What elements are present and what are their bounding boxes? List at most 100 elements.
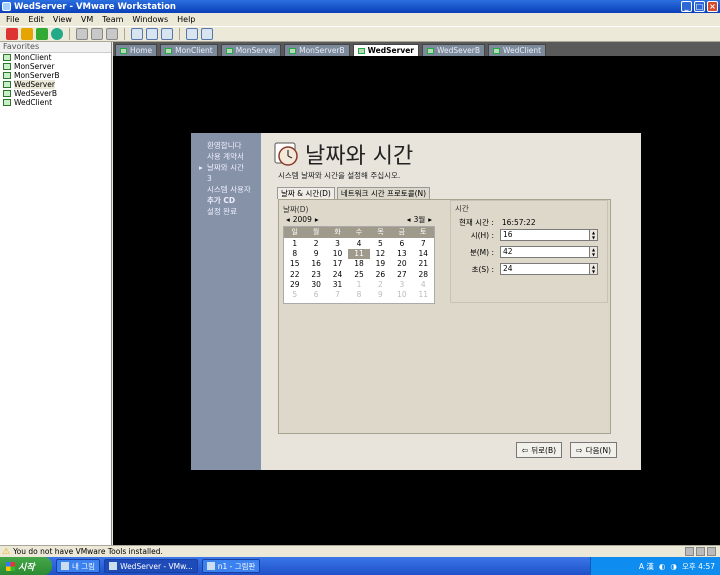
second-spinner[interactable]: ▲ ▼	[590, 263, 598, 275]
calendar-day[interactable]: 10	[391, 290, 412, 300]
maximize-button[interactable]: □	[694, 1, 705, 12]
calendar-day[interactable]: 6	[391, 239, 412, 249]
calendar-day[interactable]: 19	[370, 259, 391, 269]
tab-monserverb[interactable]: MonServerB	[284, 44, 350, 56]
menu-view[interactable]: View	[53, 15, 72, 24]
taskbar-item-vmware[interactable]: WedServer - VMw...	[104, 559, 198, 573]
calendar-day[interactable]: 15	[284, 259, 305, 269]
prev-month-icon[interactable]: ◂	[407, 215, 411, 224]
calendar-day[interactable]: 2	[370, 280, 391, 290]
menu-team[interactable]: Team	[102, 15, 123, 24]
summary-view-icon[interactable]	[201, 28, 213, 40]
start-button[interactable]: 시작	[0, 557, 52, 575]
tab-monserver[interactable]: MonServer	[220, 44, 282, 56]
sidebar-toggle-icon[interactable]	[131, 28, 143, 40]
calendar-day[interactable]: 4	[348, 239, 369, 249]
calendar-day[interactable]: 5	[284, 290, 305, 300]
favorite-item[interactable]: MonServer	[0, 62, 111, 71]
calendar-day[interactable]: 10	[327, 249, 348, 259]
calendar-day[interactable]: 5	[370, 239, 391, 249]
power-on-icon[interactable]	[36, 28, 48, 40]
calendar-day[interactable]: 8	[284, 249, 305, 259]
tray-icon[interactable]: ◑	[670, 562, 677, 571]
calendar-day[interactable]: 17	[327, 259, 348, 269]
tab-monclient[interactable]: MonClient	[160, 44, 218, 56]
tab-wedseverb[interactable]: WedSeverB	[422, 44, 486, 56]
calendar-day[interactable]: 26	[370, 270, 391, 280]
reset-icon[interactable]	[51, 28, 63, 40]
snapshot-manager-icon[interactable]	[106, 28, 118, 40]
favorite-item[interactable]: WedClient	[0, 98, 111, 107]
next-button[interactable]: ⇨ 다음(N)	[570, 442, 617, 458]
calendar-day[interactable]: 24	[327, 270, 348, 280]
calendar-day[interactable]: 13	[391, 249, 412, 259]
favorite-item[interactable]: WedSeverB	[0, 89, 111, 98]
suspend-icon[interactable]	[21, 28, 33, 40]
calendar-day[interactable]: 4	[413, 280, 434, 290]
menu-file[interactable]: File	[6, 15, 19, 24]
quick-switch-icon[interactable]	[161, 28, 173, 40]
calendar-day[interactable]: 21	[413, 259, 434, 269]
calendar-day[interactable]: 1	[348, 280, 369, 290]
calendar-day[interactable]: 29	[284, 280, 305, 290]
second-input[interactable]: 24	[500, 263, 590, 275]
calendar-day[interactable]: 1	[284, 239, 305, 249]
close-button[interactable]: ×	[707, 1, 718, 12]
calendar-day[interactable]: 7	[327, 290, 348, 300]
calendar-day[interactable]: 6	[305, 290, 326, 300]
calendar-day[interactable]: 14	[413, 249, 434, 259]
network-device-icon[interactable]	[685, 547, 694, 556]
favorite-item[interactable]: WedServer	[0, 80, 111, 89]
calendar-day[interactable]: 9	[305, 249, 326, 259]
hour-input[interactable]: 16	[500, 229, 590, 241]
calendar-day[interactable]: 25	[348, 270, 369, 280]
calendar-day[interactable]: 18	[348, 259, 369, 269]
hour-spinner[interactable]: ▲ ▼	[590, 229, 598, 241]
calendar-day[interactable]: 3	[327, 239, 348, 249]
calendar-day[interactable]: 22	[284, 270, 305, 280]
minimize-button[interactable]: _	[681, 1, 692, 12]
tab-wedserver[interactable]: WedServer	[352, 44, 419, 56]
next-year-icon[interactable]: ▸	[315, 215, 319, 224]
calendar-day[interactable]: 9	[370, 290, 391, 300]
taskbar-item-paint[interactable]: n1 - 그림판	[201, 559, 261, 573]
usb-device-icon[interactable]	[707, 547, 716, 556]
ime-indicator[interactable]: A 漢	[639, 561, 654, 572]
minute-spinner[interactable]: ▲ ▼	[590, 246, 598, 258]
calendar-day[interactable]: 7	[413, 239, 434, 249]
calendar-day[interactable]: 11	[348, 249, 370, 260]
fullscreen-icon[interactable]	[146, 28, 158, 40]
back-button[interactable]: ⇦ 뒤로(B)	[515, 442, 563, 458]
tab-home[interactable]: Home	[115, 44, 158, 56]
tab-wedclient[interactable]: WedClient	[488, 44, 547, 56]
menu-edit[interactable]: Edit	[28, 15, 44, 24]
calendar-day[interactable]: 8	[348, 290, 369, 300]
calendar-day[interactable]: 27	[391, 270, 412, 280]
calendar-day[interactable]: 30	[305, 280, 326, 290]
power-off-icon[interactable]	[6, 28, 18, 40]
menu-help[interactable]: Help	[177, 15, 195, 24]
tab-ntp[interactable]: 네트워크 시간 프로토콜(N)	[336, 187, 431, 199]
calendar-day[interactable]: 31	[327, 280, 348, 290]
calendar-day[interactable]: 28	[413, 270, 434, 280]
calendar-day[interactable]: 2	[305, 239, 326, 249]
menu-vm[interactable]: VM	[81, 15, 93, 24]
tab-date-time[interactable]: 날짜 & 시간(D)	[277, 187, 335, 199]
calendar-day[interactable]: 12	[370, 249, 391, 259]
snapshot-icon[interactable]	[76, 28, 88, 40]
console-view-icon[interactable]	[186, 28, 198, 40]
minute-input[interactable]: 42	[500, 246, 590, 258]
prev-year-icon[interactable]: ◂	[286, 215, 290, 224]
revert-snapshot-icon[interactable]	[91, 28, 103, 40]
favorite-item[interactable]: MonServerB	[0, 71, 111, 80]
calendar-day[interactable]: 23	[305, 270, 326, 280]
disk-device-icon[interactable]	[696, 547, 705, 556]
menu-windows[interactable]: Windows	[132, 15, 168, 24]
taskbar-item-pictures[interactable]: 내 그림	[56, 559, 101, 573]
next-month-icon[interactable]: ▸	[428, 215, 432, 224]
calendar-day[interactable]: 20	[391, 259, 412, 269]
calendar-day[interactable]: 3	[391, 280, 412, 290]
calendar-day[interactable]: 16	[305, 259, 326, 269]
calendar-day[interactable]: 11	[413, 290, 434, 300]
tray-icon[interactable]: ◐	[659, 562, 666, 571]
